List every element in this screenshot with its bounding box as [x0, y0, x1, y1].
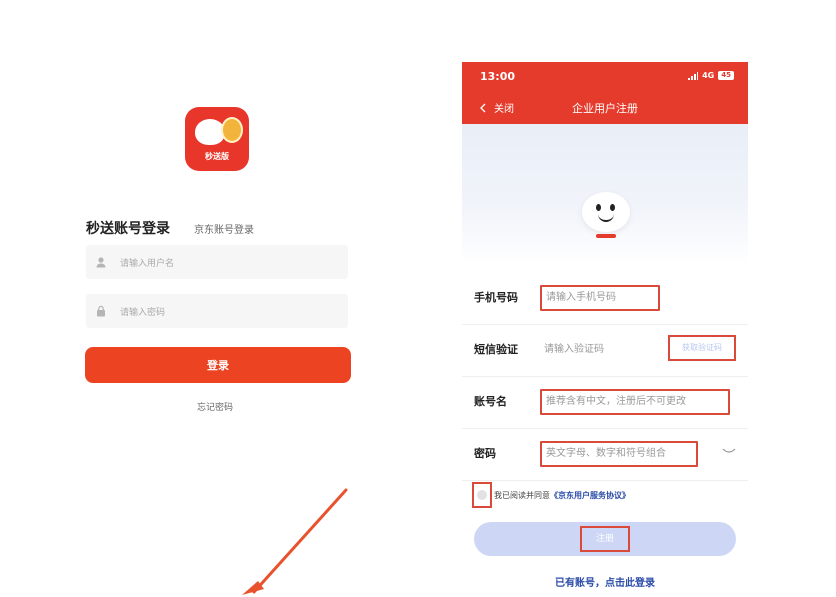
- registration-screen: 13:00 4G 45 企业用户注册 关闭 手机号码 请输入手机号码 短信验证 …: [462, 62, 748, 597]
- app-badge: 秒送版: [205, 152, 229, 161]
- coin-icon: [221, 117, 243, 143]
- user-icon: [94, 255, 108, 269]
- password-input-register[interactable]: 英文字母、数字和符号组合: [540, 441, 698, 467]
- app-logo: 秒送版: [185, 107, 249, 171]
- agreement-link[interactable]: 《京东用户服务协议》: [550, 490, 630, 501]
- agreement-checkbox[interactable]: [472, 482, 492, 508]
- status-time: 13:00: [480, 70, 516, 83]
- account-input[interactable]: 推荐含有中文，注册后不可更改: [540, 389, 730, 415]
- username-input[interactable]: 请输入用户名: [86, 245, 348, 279]
- phone-label: 手机号码: [474, 291, 518, 304]
- checkbox-circle-icon: [477, 490, 487, 500]
- account-row: 账号名 推荐含有中文，注册后不可更改: [462, 376, 748, 429]
- eye-closed-icon[interactable]: [722, 444, 736, 458]
- forgot-password-link: 忘记密码: [0, 400, 430, 413]
- password-row: 密码 英文字母、数字和符号组合: [462, 428, 748, 481]
- back-label: 关闭: [494, 104, 514, 115]
- sms-row: 短信验证 请输入验证码 获取验证码: [462, 324, 748, 377]
- existing-account-login-link[interactable]: 已有账号，点击此登录: [462, 574, 748, 589]
- register-button[interactable]: 注册: [474, 522, 736, 556]
- get-code-button[interactable]: 获取验证码: [668, 335, 736, 361]
- battery-icon: 45: [718, 71, 734, 80]
- chevron-left-icon: [480, 103, 486, 112]
- password-input[interactable]: 请输入密码: [86, 294, 348, 328]
- lock-icon: [94, 304, 108, 318]
- joy-mascot-icon: [582, 192, 630, 238]
- network-label: 4G: [702, 71, 715, 80]
- login-tabs: 秒送账号登录 京东账号登录: [86, 218, 254, 238]
- banner-image: [462, 124, 748, 264]
- app-header: 13:00 4G 45 企业用户注册 关闭: [462, 62, 748, 124]
- forgot-password-label[interactable]: 忘记密码: [197, 403, 233, 413]
- account-label: 账号名: [474, 395, 507, 408]
- sms-label: 短信验证: [474, 343, 518, 356]
- sms-input[interactable]: 请输入验证码: [544, 324, 604, 376]
- tab-seconds-login[interactable]: 秒送账号登录: [86, 218, 170, 238]
- login-screen: 秒送版 秒送账号登录 京东账号登录 请输入用户名 请输入密码 登录 忘记密码: [0, 0, 430, 597]
- agreement-text: 我已阅读并同意: [494, 490, 550, 500]
- password-placeholder: 请输入密码: [120, 307, 166, 318]
- back-button[interactable]: 关闭: [480, 100, 514, 115]
- tab-jd-login[interactable]: 京东账号登录: [194, 221, 254, 236]
- phone-input[interactable]: 请输入手机号码: [540, 285, 660, 311]
- status-indicators: 4G 45: [688, 71, 734, 80]
- username-placeholder: 请输入用户名: [120, 258, 175, 269]
- pointer-arrow-icon: [242, 488, 348, 595]
- login-button[interactable]: 登录: [85, 347, 351, 383]
- register-button-label: 注册: [579, 526, 630, 552]
- agreement-row: 我已阅读并同意 《京东用户服务协议》: [472, 482, 630, 508]
- phone-row: 手机号码 请输入手机号码: [462, 272, 748, 325]
- password-label: 密码: [474, 447, 496, 460]
- signal-icon: [688, 71, 699, 80]
